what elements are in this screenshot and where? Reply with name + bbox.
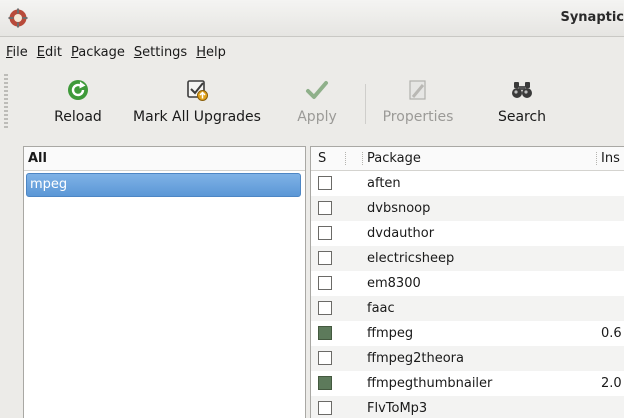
package-rows: aften dvbsnoop dvdauthor electricsheep em830… (311, 171, 624, 418)
package-row[interactable]: ffmpegthumbnailer 2.0 (311, 371, 624, 396)
filter-list-header[interactable]: All (24, 147, 305, 171)
package-list-pane: S Package Ins aften dvbsnoop dvdauthor elec… (310, 146, 624, 418)
package-row[interactable]: em8300 (311, 271, 624, 296)
mark-all-upgrades-label: Mark All Upgrades (133, 109, 261, 125)
filter-list-pane: All mpeg (23, 146, 306, 418)
menu-edit[interactable]: Edit (37, 45, 62, 60)
properties-button[interactable]: Properties (378, 68, 458, 134)
package-name: dvdauthor (367, 226, 435, 241)
mark-all-upgrades-button[interactable]: Mark All Upgrades (126, 68, 268, 134)
apply-checkmark-icon (306, 81, 328, 99)
menu-help[interactable]: Help (196, 45, 226, 60)
toolbar-grip[interactable] (4, 74, 8, 130)
reload-button[interactable]: Reload (46, 68, 110, 134)
status-checkbox[interactable] (318, 201, 332, 215)
package-row[interactable]: electricsheep (311, 246, 624, 271)
apply-button[interactable]: Apply (292, 68, 342, 134)
reload-label: Reload (54, 109, 102, 125)
package-list-header: S Package Ins (311, 147, 624, 171)
status-checkbox[interactable] (318, 276, 332, 290)
apply-label: Apply (297, 109, 337, 125)
status-checkbox[interactable] (318, 176, 332, 190)
package-name: faac (367, 301, 395, 316)
properties-icon (409, 80, 426, 100)
package-name: FlvToMp3 (367, 401, 428, 416)
status-checkbox[interactable] (318, 351, 332, 365)
package-row[interactable]: dvbsnoop (311, 196, 624, 221)
menu-package[interactable]: Package (71, 45, 125, 60)
menu-settings[interactable]: Settings (134, 45, 187, 60)
package-row[interactable]: ffmpeg2theora (311, 346, 624, 371)
column-separator[interactable] (596, 152, 597, 165)
package-name: aften (367, 176, 401, 191)
package-name: ffmpeg (367, 326, 414, 341)
column-installed-header[interactable]: Ins (601, 147, 620, 170)
column-separator[interactable] (362, 152, 363, 165)
filter-item-selected[interactable]: mpeg (26, 173, 301, 197)
toolbar: Reload Mark All Upgrades Apply Propertie… (0, 68, 624, 138)
package-name: dvbsnoop (367, 201, 431, 216)
mark-upgrades-icon (187, 80, 208, 101)
package-row[interactable]: aften (311, 171, 624, 196)
package-name: electricsheep (367, 251, 455, 266)
installed-version: 0.6 (601, 326, 622, 341)
status-checkbox[interactable] (318, 226, 332, 240)
title-bar: Synaptic (0, 0, 624, 37)
package-name: em8300 (367, 276, 421, 291)
package-row[interactable]: faac (311, 296, 624, 321)
window-title: Synaptic (560, 10, 624, 25)
package-row[interactable]: dvdauthor (311, 221, 624, 246)
package-row[interactable]: ffmpeg 0.6 (311, 321, 624, 346)
properties-label: Properties (382, 109, 454, 125)
column-status-header[interactable]: S (318, 147, 326, 170)
search-button[interactable]: Search (490, 68, 554, 134)
status-checkbox[interactable] (318, 251, 332, 265)
status-checkbox[interactable] (318, 376, 332, 390)
column-package-header[interactable]: Package (367, 147, 421, 170)
package-name: ffmpegthumbnailer (367, 376, 493, 391)
search-label: Search (497, 109, 547, 125)
package-row[interactable]: FlvToMp3 (311, 396, 624, 418)
reload-icon (68, 80, 88, 100)
installed-version: 2.0 (601, 376, 622, 391)
status-checkbox[interactable] (318, 301, 332, 315)
binoculars-icon (512, 82, 532, 98)
column-separator[interactable] (345, 152, 346, 165)
status-checkbox[interactable] (318, 401, 332, 415)
status-checkbox[interactable] (318, 326, 332, 340)
package-name: ffmpeg2theora (367, 351, 464, 366)
toolbar-separator (365, 84, 366, 124)
synaptic-app-icon[interactable] (8, 8, 28, 28)
menu-file[interactable]: File (6, 45, 28, 60)
menu-bar: File Edit Package Settings Help (0, 37, 624, 67)
